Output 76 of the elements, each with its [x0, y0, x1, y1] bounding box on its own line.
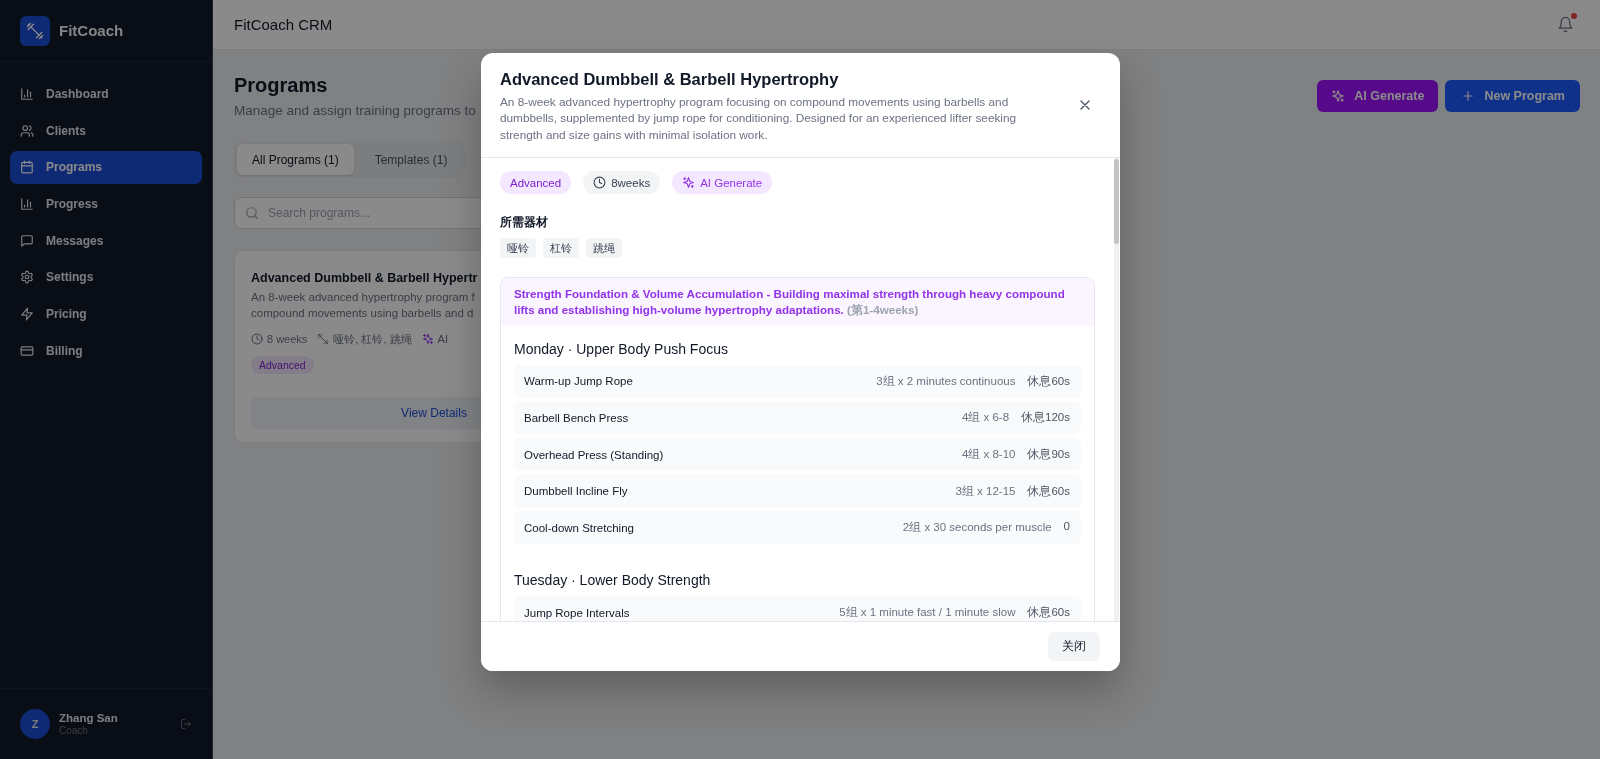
exercise-rest: 休息60s: [1027, 373, 1070, 389]
new-program-button[interactable]: New Program: [1445, 80, 1580, 112]
exercise-sets: 2组 x 30 seconds per muscle: [902, 520, 1052, 536]
program-title: Advanced Dumbbell & Barbell Hypertr: [251, 270, 478, 287]
equipment-text: 哑铃, 杠铃, 跳绳: [333, 332, 412, 347]
bar-chart-icon: [20, 197, 34, 212]
equipment-tag: 杠铃: [543, 237, 579, 258]
user-name: Zhang San: [59, 712, 118, 724]
level-tag: Advanced: [500, 171, 572, 194]
users-icon: [20, 123, 34, 138]
calendar-icon: [20, 160, 34, 175]
nav-item[interactable]: Progress: [10, 187, 202, 221]
page-title: Programs: [234, 73, 328, 97]
dumbbell-logo-icon: [20, 15, 50, 46]
user-avatar[interactable]: Z: [20, 709, 50, 739]
app-title: FitCoach CRM: [234, 16, 333, 33]
exercise-rest: 休息90s: [1027, 447, 1070, 463]
tab[interactable]: All Programs (1): [237, 144, 354, 175]
exercise-rest: 0: [1063, 520, 1070, 535]
exercise-rest: 休息60s: [1027, 605, 1070, 621]
exercise-sets: 3组 x 12-15: [955, 483, 1016, 499]
phase-description: Strength Foundation & Volume Accumulation - Building maximal strength through heavy compound lifts and establishing high-volume hypertrophy adaptations. (第1-4weeks): [514, 286, 1066, 318]
exercise-rest: 休息60s: [1027, 483, 1070, 499]
exercise-name: Overhead Press (Standing): [524, 448, 664, 461]
settings-icon: [20, 270, 34, 285]
program-description: compound movements using barbells and d: [251, 306, 474, 321]
duration-text: 8 weeks: [267, 332, 308, 347]
close-button[interactable]: 关闭: [1048, 632, 1100, 661]
program-description: An 8-week advanced hypertrophy program f: [251, 290, 475, 305]
exercise-name: Dumbbell Incline Fly: [524, 485, 628, 498]
credit-card-icon: [20, 343, 34, 358]
clock-icon: [251, 333, 263, 345]
nav-item[interactable]: Settings: [10, 260, 202, 294]
lightning-icon: [20, 307, 34, 322]
equipment-tag: 跳绳: [586, 237, 622, 258]
bell-icon[interactable]: [1557, 16, 1574, 33]
sparkles-icon: [1331, 89, 1346, 103]
exercise-sets: 5组 x 1 minute fast / 1 minute slow: [839, 605, 1016, 621]
nav-item[interactable]: Messages: [10, 224, 202, 258]
scrollbar-track[interactable]: [1114, 157, 1119, 621]
plus-icon: [1461, 89, 1476, 103]
duration-text: 8weeks: [611, 176, 651, 189]
day-title: Monday · Upper Body Push Focus: [514, 340, 728, 359]
nav-item[interactable]: Billing: [10, 334, 202, 368]
equipment-heading: 所需器材: [500, 214, 548, 230]
modal-description: An 8-week advanced hypertrophy program focusing on compound movements using barbells and dumbbells, supplemented by jump rope for conditioning. Designed for an experienced lifter seeking strength and size gains with minimal isolation work.: [500, 93, 1018, 143]
exercise-sets: 4组 x 8-10: [961, 447, 1016, 463]
exercise-sets: 3组 x 2 minutes continuous: [876, 373, 1016, 389]
dumbbell-icon: [317, 333, 330, 345]
day-title: Tuesday · Lower Body Strength: [514, 571, 711, 591]
ai-label: AI: [437, 332, 448, 347]
message-icon: [20, 233, 34, 248]
nav-item[interactable]: Dashboard: [10, 77, 202, 111]
bar-chart-icon: [20, 87, 34, 101]
equipment-tag: 哑铃: [500, 237, 536, 258]
logout-icon[interactable]: [180, 718, 192, 730]
nav-item[interactable]: Pricing: [10, 297, 202, 331]
clock-icon: [593, 176, 607, 189]
scrollbar-thumb[interactable]: [1114, 158, 1119, 244]
tab[interactable]: Templates (1): [359, 144, 463, 175]
exercise-name: Jump Rope Intervals: [524, 606, 630, 619]
sparkles-icon: [421, 333, 434, 345]
exercise-rest: 休息120s: [1021, 410, 1070, 426]
nav-item[interactable]: Programs: [10, 150, 202, 184]
nav-item[interactable]: Clients: [10, 114, 202, 148]
exercise-sets: 4组 x 6-8: [961, 410, 1010, 426]
page-subtitle: Manage and assign training programs to: [234, 102, 476, 120]
sparkles-icon: [682, 176, 696, 189]
search-icon: [245, 206, 259, 220]
ai-tag-text: AI Generate: [700, 176, 763, 189]
brand-name: FitCoach: [59, 22, 124, 39]
exercise-name: Warm-up Jump Rope: [524, 375, 633, 388]
exercise-name: Cool-down Stretching: [524, 521, 634, 534]
level-badge: Advanced: [251, 356, 314, 374]
ai-generate-button[interactable]: AI Generate: [1317, 80, 1439, 112]
modal-title: Advanced Dumbbell & Barbell Hypertrophy: [500, 68, 839, 90]
